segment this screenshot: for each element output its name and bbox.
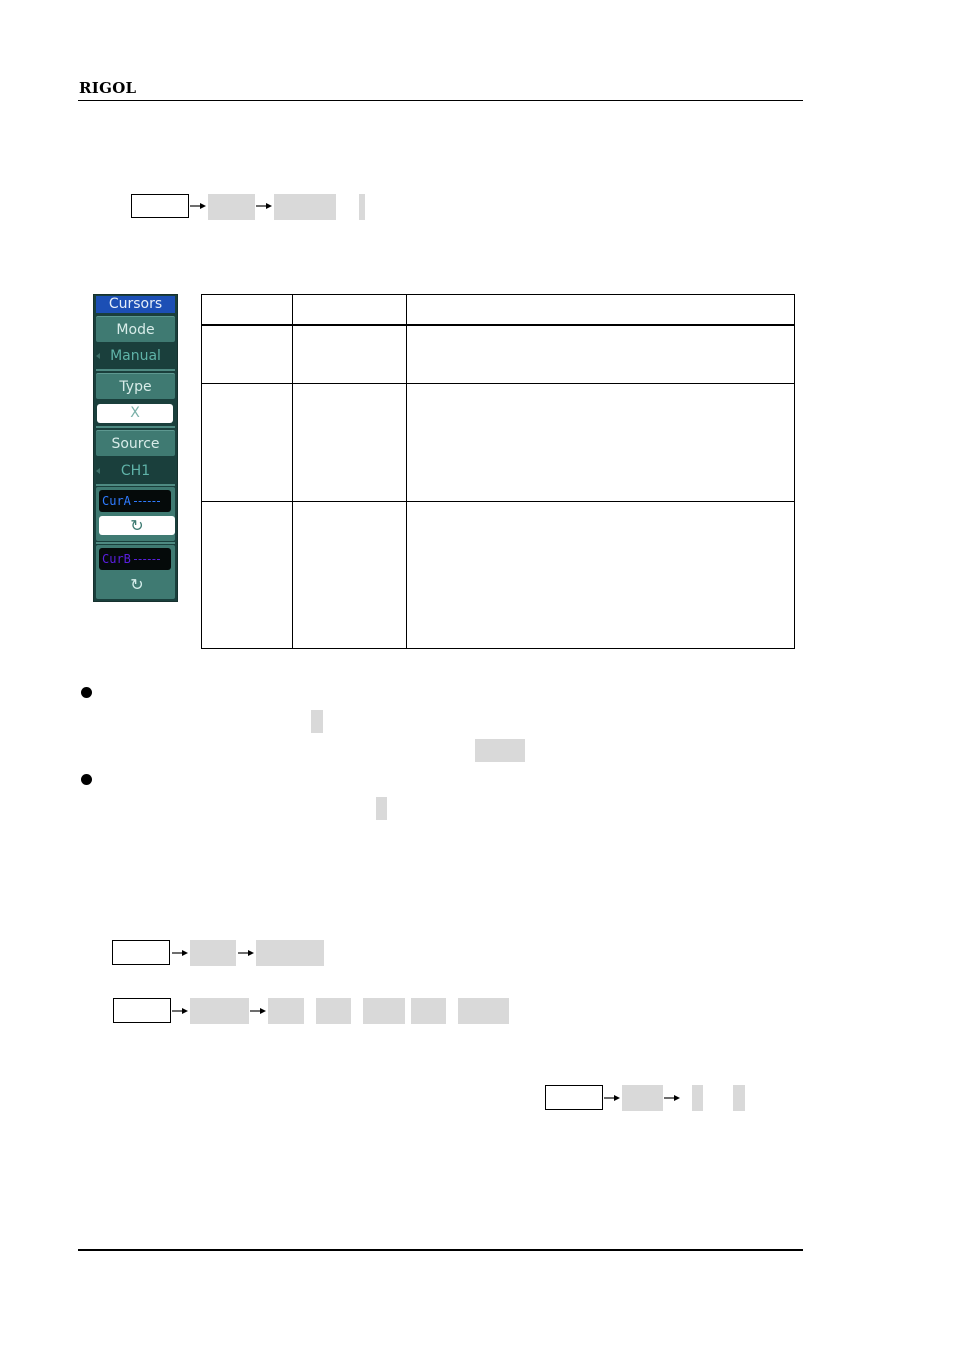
table-row bbox=[201, 500, 795, 650]
left-arrow-icon bbox=[96, 353, 100, 359]
menu-divider bbox=[96, 369, 175, 371]
soft-key[interactable] bbox=[458, 998, 509, 1024]
menu-description-table bbox=[201, 294, 795, 650]
table-cell bbox=[406, 323, 795, 385]
left-arrow-icon bbox=[96, 468, 100, 474]
front-panel-key[interactable] bbox=[112, 940, 170, 965]
brand-logo: RIGOL bbox=[79, 79, 137, 97]
arrow-right-icon bbox=[664, 1094, 680, 1102]
soft-key[interactable] bbox=[256, 940, 324, 966]
cursor-a-readout: CurA bbox=[99, 490, 171, 512]
mode-button[interactable]: Mode bbox=[96, 316, 175, 342]
inline-key-placeholder bbox=[733, 1085, 745, 1111]
bullet-icon bbox=[81, 774, 92, 785]
type-value: X bbox=[97, 404, 173, 423]
table-header-row bbox=[201, 294, 795, 326]
soft-key[interactable] bbox=[692, 1085, 703, 1111]
soft-key[interactable] bbox=[622, 1085, 663, 1111]
bullet-text bbox=[100, 683, 800, 703]
cursor-a-button[interactable]: CurA ↻ bbox=[96, 487, 175, 541]
arrow-right-icon bbox=[172, 1007, 188, 1015]
table-cell bbox=[406, 383, 795, 502]
rotate-knob-icon: ↻ bbox=[130, 575, 144, 594]
source-button[interactable]: Source bbox=[96, 430, 175, 456]
cursor-b-button[interactable]: CurB ↻ bbox=[96, 545, 175, 599]
menu-divider bbox=[96, 484, 175, 486]
rotate-knob-icon: ↻ bbox=[99, 516, 175, 535]
bullet-text bbox=[100, 770, 800, 790]
table-cell bbox=[292, 323, 407, 385]
arrow-right-icon bbox=[256, 202, 272, 210]
soft-key[interactable] bbox=[363, 998, 405, 1024]
inline-key-placeholder bbox=[475, 739, 525, 762]
soft-key[interactable] bbox=[411, 998, 446, 1024]
arrow-right-icon bbox=[250, 1007, 266, 1015]
table-cell bbox=[201, 383, 293, 502]
arrow-right-icon bbox=[604, 1094, 620, 1102]
type-button[interactable]: Type bbox=[96, 373, 175, 399]
cursor-b-label: CurB bbox=[102, 552, 131, 566]
table-cell bbox=[292, 500, 407, 650]
menu-title: Cursors bbox=[96, 296, 175, 313]
soft-key[interactable] bbox=[316, 998, 351, 1024]
cursor-a-label: CurA bbox=[102, 494, 131, 508]
header-rule bbox=[78, 100, 803, 101]
table-cell bbox=[406, 500, 795, 650]
table-cell bbox=[201, 323, 293, 385]
source-value-text: CH1 bbox=[120, 463, 151, 479]
cursor-b-readout: CurB bbox=[99, 548, 171, 570]
arrow-right-icon bbox=[172, 949, 188, 957]
front-panel-key[interactable] bbox=[545, 1085, 603, 1110]
source-value: CH1 bbox=[96, 460, 175, 482]
arrow-right-icon bbox=[190, 202, 206, 210]
front-panel-key[interactable] bbox=[131, 194, 189, 218]
bullet-icon bbox=[81, 687, 92, 698]
menu-divider bbox=[96, 426, 175, 428]
inline-key-placeholder bbox=[376, 797, 387, 820]
soft-key[interactable] bbox=[274, 194, 336, 220]
soft-key[interactable] bbox=[190, 940, 236, 966]
menu-divider bbox=[96, 542, 175, 544]
cursor-line-icon bbox=[133, 558, 160, 561]
inline-key-placeholder bbox=[311, 710, 323, 733]
mode-value: Manual bbox=[96, 345, 175, 367]
header-cell bbox=[406, 294, 795, 326]
footer-rule bbox=[78, 1249, 803, 1251]
table-row bbox=[201, 323, 795, 385]
header-cell bbox=[201, 294, 293, 326]
header-cell bbox=[292, 294, 407, 326]
soft-key[interactable] bbox=[268, 998, 304, 1024]
front-panel-key[interactable] bbox=[113, 998, 171, 1023]
soft-key[interactable] bbox=[208, 194, 255, 220]
cursor-line-icon bbox=[133, 500, 160, 503]
table-cell bbox=[201, 500, 293, 650]
table-cell bbox=[292, 383, 407, 502]
mode-value-text: Manual bbox=[110, 348, 161, 364]
arrow-right-icon bbox=[238, 949, 254, 957]
cursors-menu-panel: Cursors Mode Manual Type X Source CH1 Cu… bbox=[93, 294, 178, 602]
table-row bbox=[201, 383, 795, 502]
inline-key-placeholder bbox=[359, 194, 365, 220]
soft-key[interactable] bbox=[190, 998, 249, 1024]
